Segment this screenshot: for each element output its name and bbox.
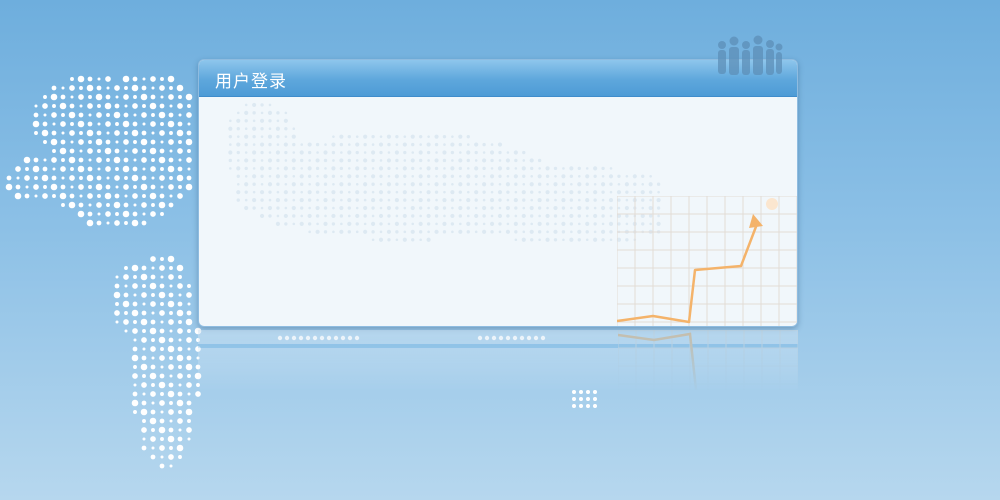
- reflection-chart-icon: [618, 330, 798, 392]
- login-panel-body: [199, 97, 797, 326]
- login-panel: 用户登录: [198, 59, 798, 327]
- login-panel-reflection: [198, 330, 798, 392]
- people-silhouette-icon: [718, 35, 783, 75]
- login-panel-title: 用户登录: [215, 72, 287, 92]
- login-panel-header: 用户登录: [199, 60, 797, 97]
- growth-chart-icon: [617, 196, 797, 326]
